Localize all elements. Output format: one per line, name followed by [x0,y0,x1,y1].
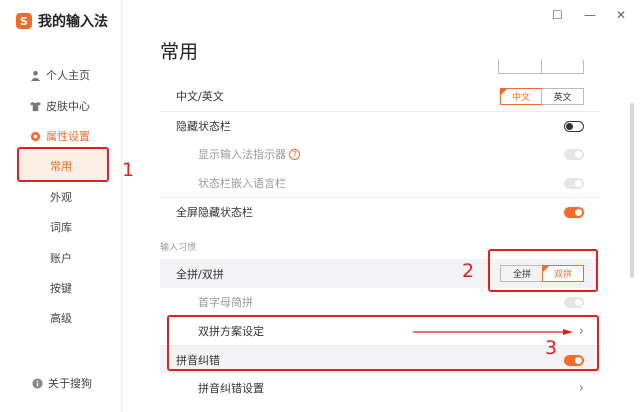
setting-fullscreen-hide: 全屏隐藏状态栏 [160,198,600,226]
sidebar-item-profile[interactable]: 个人主页 [30,67,90,83]
setting-label: 中文/英文 [176,90,224,103]
sidebar: S 我的输入法 个人主页 皮肤中心 属性设置 常用 外观 词库 账户 按键 高级… [0,0,122,412]
app-name: 我的输入法 [38,14,108,30]
sidebar-sub-keys[interactable]: 按键 [50,280,72,296]
feedback-icon[interactable]: ☐ [552,8,563,22]
shirt-icon [30,101,41,111]
annotation-arrow [413,329,573,335]
annotation-box-2 [488,249,598,292]
setting-hide-status-bar: 隐藏状态栏 [160,112,600,140]
annotation-box-3 [167,315,599,371]
annotation-number-3: 3 [545,337,558,359]
setting-label: 隐藏状态栏 [176,120,231,133]
minimize-button[interactable]: — [584,8,596,22]
setting-label: 全拼/双拼 [176,267,224,281]
sidebar-item-skin[interactable]: 皮肤中心 [30,98,90,114]
setting-cn-en: 中文/英文 中文 英文 [160,82,600,110]
option-chinese[interactable]: 中文 [500,87,542,105]
section-title-input-habits: 输入习惯 [160,243,197,253]
gear-icon [30,131,41,141]
scrollbar-thumb[interactable] [630,103,634,278]
annotation-number-2: 2 [462,260,475,282]
initial-abbrev-toggle[interactable] [564,296,584,308]
sidebar-item-settings[interactable]: 属性设置 [30,128,90,144]
setting-label: 全屏隐藏状态栏 [176,206,253,219]
app-brand: S 我的输入法 [16,11,108,31]
fullscreen-hide-toggle[interactable] [564,206,584,218]
show-indicator-toggle[interactable] [564,148,584,160]
setting-label: 显示输入法指示器 [198,148,286,161]
sidebar-item-about[interactable]: 关于搜狗 [32,375,92,391]
chevron-right-icon: › [578,380,584,396]
sidebar-item-label: 皮肤中心 [46,100,90,113]
close-button[interactable]: ✕ [616,8,626,22]
app-logo-icon: S [16,13,32,29]
scrolled-segment [498,60,584,74]
setting-embed-lang-bar: 状态栏嵌入语言栏 [160,169,600,197]
setting-label: 拼音纠错设置 [198,382,264,395]
hide-status-bar-toggle[interactable] [564,120,584,132]
sidebar-sub-advanced[interactable]: 高级 [50,310,72,326]
setting-initial-abbrev: 首字母简拼 [160,288,600,316]
embed-lang-bar-toggle[interactable] [564,177,584,189]
user-icon [30,70,41,81]
setting-label: 状态栏嵌入语言栏 [198,177,286,190]
sidebar-item-label: 关于搜狗 [48,377,92,390]
cn-en-segmented: 中文 英文 [500,87,584,105]
sidebar-item-label: 个人主页 [46,69,90,82]
setting-pinyin-correct-settings[interactable]: 拼音纠错设置 › [160,374,600,402]
scrolled-row-remnant [160,60,600,78]
annotation-number-1: 1 [122,159,135,181]
setting-show-indicator: 显示输入法指示器 ? [160,140,600,168]
annotation-box-1 [17,147,109,182]
sidebar-sub-account[interactable]: 账户 [50,250,72,266]
info-icon [32,377,43,389]
sidebar-sub-appearance[interactable]: 外观 [50,189,72,205]
option-english[interactable]: 英文 [541,88,583,104]
setting-label: 首字母简拼 [198,296,253,309]
sidebar-sub-lexicon[interactable]: 词库 [50,219,72,235]
help-icon[interactable]: ? [289,148,300,160]
sidebar-item-label: 属性设置 [46,130,90,143]
